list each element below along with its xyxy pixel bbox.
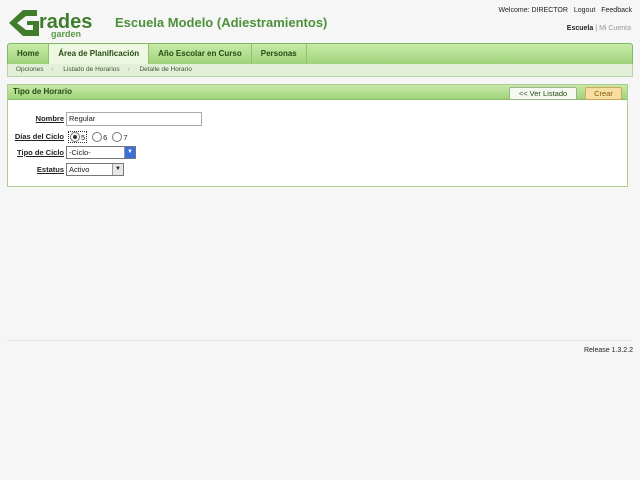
tab-area-planificacion[interactable]: Área de Planificación (49, 44, 150, 64)
dias-option-5[interactable]: 5 (68, 131, 88, 143)
panel-title: Tipo de Horario (13, 87, 72, 96)
nombre-input[interactable]: Regular (66, 112, 202, 126)
nombre-row: Nombre Regular (8, 112, 628, 126)
gradesgarden-logo: rades garden (7, 6, 107, 40)
estatus-label: Estatus (36, 165, 64, 174)
breadcrumb: Opciones › Listado de Horarios › Detalle… (7, 64, 633, 77)
dias-option-6[interactable]: 6 (92, 132, 107, 142)
chevron-down-icon: ▼ (124, 147, 135, 158)
radio-icon (112, 132, 123, 142)
tab-ano-escolar[interactable]: Año Escolar en Curso (149, 44, 252, 64)
logout-link[interactable]: Logout (574, 7, 595, 14)
tipo-ciclo-value: -Ciclo- (69, 148, 91, 157)
account-switcher: Escuela | Mi Cuenta (567, 25, 631, 32)
panel-header: Tipo de Horario << Ver Listado Crear (8, 85, 627, 100)
mi-cuenta-link[interactable]: Mi Cuenta (599, 25, 631, 32)
dias-option-7[interactable]: 7 (112, 132, 128, 142)
dias-radio-group: 5 6 7 (68, 131, 133, 143)
tipo-ciclo-select[interactable]: -Ciclo- ▼ (66, 146, 136, 159)
breadcrumb-listado[interactable]: Listado de Horarios (63, 66, 119, 73)
tipo-row: Tipo de Ciclo -Ciclo- ▼ (8, 146, 628, 160)
school-title: Escuela Modelo (Adiestramientos) (115, 15, 328, 30)
chevron-right-icon: › (127, 66, 130, 73)
estatus-select[interactable]: Activo ▼ (66, 163, 124, 176)
estatus-row: Estatus Activo ▼ (8, 163, 628, 177)
tab-home[interactable]: Home (8, 44, 50, 64)
account-separator: | (595, 25, 598, 32)
breadcrumb-detalle: Detalle de Horario (139, 66, 192, 73)
top-user-bar: Welcome: DIRECTOR Logout Feedback (495, 7, 632, 14)
ver-listado-button[interactable]: << Ver Listado (509, 87, 577, 100)
crear-button[interactable]: Crear (585, 87, 622, 100)
footer-divider (7, 340, 632, 341)
estatus-value: Activo (69, 165, 90, 174)
radio-icon (70, 132, 80, 142)
escuela-link[interactable]: Escuela (567, 25, 593, 32)
chevron-right-icon: › (51, 66, 54, 73)
radio-icon (92, 132, 103, 142)
chevron-down-icon: ▼ (112, 164, 123, 175)
welcome-text: Welcome: DIRECTOR (498, 7, 568, 14)
nombre-label: Nombre (35, 114, 64, 123)
release-version: Release 1.3.2.2 (583, 347, 633, 354)
tipo-horario-panel: Tipo de Horario << Ver Listado Crear Nom… (7, 84, 628, 187)
dias-row: Días del Ciclo 5 6 7 (8, 130, 628, 144)
breadcrumb-opciones[interactable]: Opciones (16, 66, 43, 73)
svg-text:garden: garden (51, 29, 81, 39)
feedback-link[interactable]: Feedback (601, 7, 632, 14)
main-nav: Home Área de Planificación Año Escolar e… (7, 43, 633, 65)
tipo-label: Tipo de Ciclo (17, 148, 64, 157)
tab-personas[interactable]: Personas (252, 44, 307, 64)
dias-label: Días del Ciclo (14, 132, 64, 141)
